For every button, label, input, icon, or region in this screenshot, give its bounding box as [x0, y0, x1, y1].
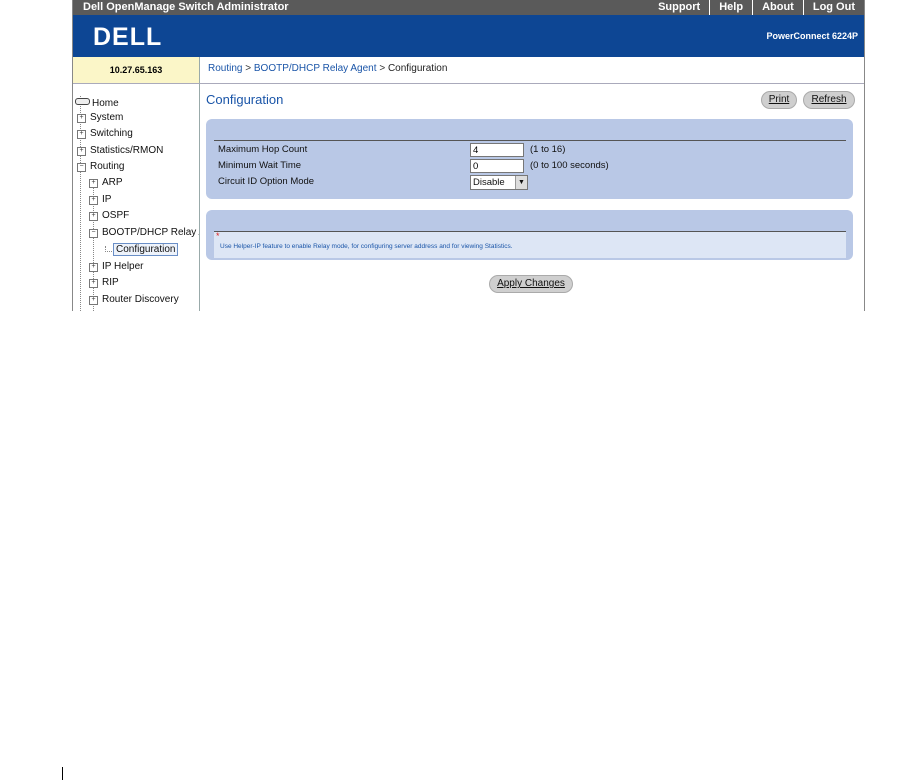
config-panel: Maximum Hop Count (1 to 16) Minimum Wait…: [206, 119, 853, 199]
breadcrumb-separator: >: [245, 63, 252, 74]
help-link[interactable]: Help: [709, 0, 752, 15]
nav-item-system[interactable]: + System: [77, 111, 123, 125]
ip-address: 10.27.65.163: [73, 57, 200, 84]
nav-item-switching[interactable]: + Switching: [77, 127, 133, 141]
nav-item-statistics[interactable]: + Statistics/RMON: [77, 144, 163, 158]
browser-frame: Dell OpenManage Switch Administrator Sup…: [72, 0, 865, 311]
chevron-down-icon[interactable]: ▼: [515, 176, 527, 189]
expand-icon[interactable]: +: [89, 279, 98, 288]
breadcrumb-separator: >: [379, 63, 386, 74]
nav-item-bootp-dhcp[interactable]: − BOOTP/DHCP Relay A: [89, 226, 199, 240]
note-panel: * Use Helper-IP feature to enable Relay …: [206, 210, 853, 260]
breadcrumb-current: Configuration: [387, 63, 448, 74]
collapse-icon[interactable]: −: [89, 229, 98, 238]
circuit-id-label: Circuit ID Option Mode: [218, 176, 315, 187]
expand-icon[interactable]: +: [77, 114, 86, 123]
expand-icon[interactable]: +: [89, 263, 98, 272]
page-title: Configuration: [206, 92, 284, 107]
circuit-id-row: Circuit ID Option Mode Disable ▼: [214, 174, 846, 190]
helper-note: Use Helper-IP feature to enable Relay mo…: [220, 243, 513, 250]
required-asterisk: *: [216, 231, 220, 241]
min-wait-label: Minimum Wait Time: [218, 160, 302, 171]
min-wait-input[interactable]: [470, 159, 524, 173]
page-margin-mark: [62, 767, 63, 780]
nav-item-arp[interactable]: + ARP: [89, 176, 123, 190]
nav-tree: Home + System + Switching + Statistics/RMON…: [73, 84, 200, 311]
app-title: Dell OpenManage Switch Administrator: [83, 1, 289, 13]
model-name: PowerConnect 6224P: [766, 31, 858, 41]
nav-item-routing[interactable]: − Routing: [77, 160, 124, 174]
print-button[interactable]: Print: [761, 91, 797, 109]
nav-item-router-discovery[interactable]: + Router Discovery: [89, 293, 179, 307]
apply-changes-button[interactable]: Apply Changes: [489, 275, 573, 293]
main-content: Configuration Print Refresh Maximum Hop …: [200, 84, 864, 311]
breadcrumb-bootp[interactable]: BOOTP/DHCP Relay Agent: [254, 63, 377, 74]
breadcrumb-routing[interactable]: Routing: [208, 63, 242, 74]
top-bar: Dell OpenManage Switch Administrator Sup…: [73, 0, 864, 15]
expand-icon[interactable]: +: [77, 130, 86, 139]
expand-icon[interactable]: +: [89, 179, 98, 188]
dell-logo: DELL: [93, 23, 163, 51]
nav-item-configuration[interactable]: Configuration: [113, 243, 179, 257]
about-link[interactable]: About: [752, 0, 803, 15]
min-wait-range: (0 to 100 seconds): [530, 160, 609, 171]
expand-icon[interactable]: +: [77, 147, 86, 156]
breadcrumb: Routing > BOOTP/DHCP Relay Agent > Confi…: [200, 57, 864, 84]
expand-icon[interactable]: +: [89, 196, 98, 205]
logout-link[interactable]: Log Out: [802, 0, 864, 15]
expand-icon[interactable]: +: [89, 296, 98, 305]
expand-icon[interactable]: +: [89, 212, 98, 221]
max-hop-input[interactable]: [470, 143, 524, 157]
nav-item-ospf[interactable]: + OSPF: [89, 209, 129, 223]
max-hop-range: (1 to 16): [530, 144, 566, 155]
max-hop-label: Maximum Hop Count: [218, 144, 308, 155]
top-links: Support Help About Log Out: [649, 0, 864, 15]
nav-item-ip[interactable]: + IP: [89, 193, 111, 207]
nav-item-rip[interactable]: + RIP: [89, 276, 119, 290]
home-icon: [75, 98, 90, 105]
banner: DELL PowerConnect 6224P: [73, 15, 864, 57]
max-hop-row: Maximum Hop Count (1 to 16): [214, 142, 846, 158]
collapse-icon[interactable]: −: [77, 163, 86, 172]
circuit-id-select[interactable]: Disable ▼: [470, 175, 528, 190]
min-wait-row: Minimum Wait Time (0 to 100 seconds): [214, 158, 846, 174]
support-link[interactable]: Support: [649, 0, 709, 15]
nav-item-ip-helper[interactable]: + IP Helper: [89, 260, 144, 274]
refresh-button[interactable]: Refresh: [803, 91, 855, 109]
nav-item-home[interactable]: Home: [75, 97, 119, 111]
